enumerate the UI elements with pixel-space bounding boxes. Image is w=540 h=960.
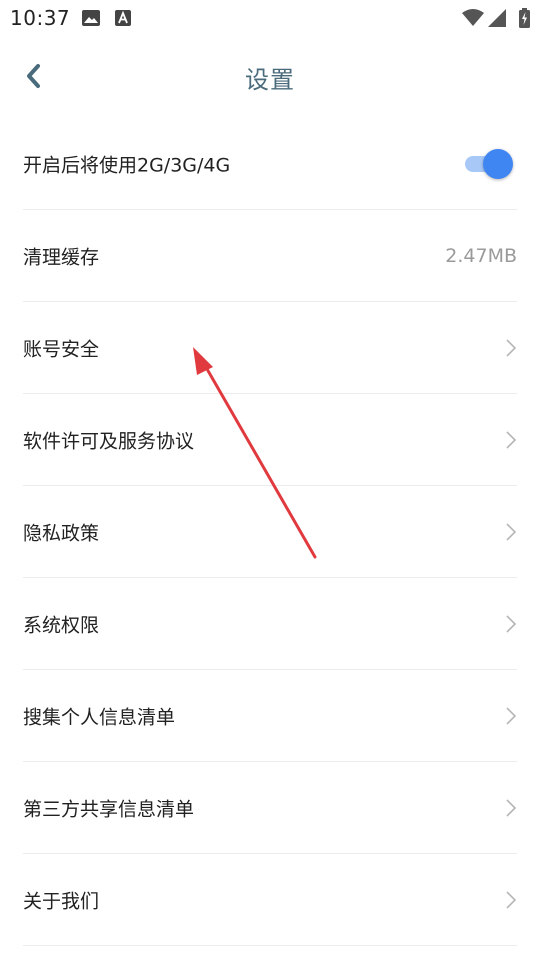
wifi-icon xyxy=(462,9,484,31)
setting-row-personal-info-list[interactable]: 搜集个人信息清单 xyxy=(23,670,517,762)
setting-label: 软件许可及服务协议 xyxy=(23,430,195,452)
toggle-knob xyxy=(483,148,513,179)
setting-label: 账号安全 xyxy=(23,338,100,360)
status-bar: 10:37 xyxy=(0,0,540,36)
setting-label: 搜集个人信息清单 xyxy=(23,706,176,728)
setting-row-privacy-policy[interactable]: 隐私政策 xyxy=(23,486,517,578)
battery-charging-icon xyxy=(519,8,530,32)
chevron-right-icon xyxy=(506,798,517,817)
settings-screen: 10:37 设置 开启后将使用2G/3G/4G 清理缓存 2.47MB 账号安全… xyxy=(0,0,540,960)
setting-row-clear-cache[interactable]: 清理缓存 2.47MB xyxy=(23,210,517,302)
setting-row-about-us[interactable]: 关于我们 xyxy=(23,854,517,946)
setting-label: 第三方共享信息清单 xyxy=(23,798,195,820)
setting-row-third-party-sharing[interactable]: 第三方共享信息清单 xyxy=(23,762,517,854)
settings-list: 开启后将使用2G/3G/4G 清理缓存 2.47MB 账号安全 软件许可及服务协… xyxy=(23,118,517,946)
chevron-right-icon xyxy=(506,614,517,633)
setting-row-mobile-data: 开启后将使用2G/3G/4G xyxy=(23,118,517,210)
setting-row-account-security[interactable]: 账号安全 xyxy=(23,302,517,394)
cellular-signal-icon xyxy=(488,9,506,31)
chevron-right-icon xyxy=(506,522,517,541)
setting-label: 清理缓存 xyxy=(23,246,100,268)
setting-label: 系统权限 xyxy=(23,614,100,636)
setting-row-system-permissions[interactable]: 系统权限 xyxy=(23,578,517,670)
chevron-right-icon xyxy=(506,430,517,449)
status-time: 10:37 xyxy=(10,6,71,30)
image-icon xyxy=(82,10,100,30)
setting-label: 开启后将使用2G/3G/4G xyxy=(23,154,231,176)
top-bar: 设置 xyxy=(0,44,540,108)
page-title: 设置 xyxy=(245,66,295,94)
setting-label: 关于我们 xyxy=(23,890,100,912)
chevron-right-icon xyxy=(506,890,517,909)
chevron-right-icon xyxy=(506,706,517,725)
chevron-right-icon xyxy=(506,338,517,357)
text-a-icon xyxy=(115,10,131,30)
setting-row-license-agreement[interactable]: 软件许可及服务协议 xyxy=(23,394,517,486)
mobile-data-toggle[interactable] xyxy=(465,148,513,179)
cache-size-value: 2.47MB xyxy=(445,244,517,267)
setting-label: 隐私政策 xyxy=(23,522,100,544)
